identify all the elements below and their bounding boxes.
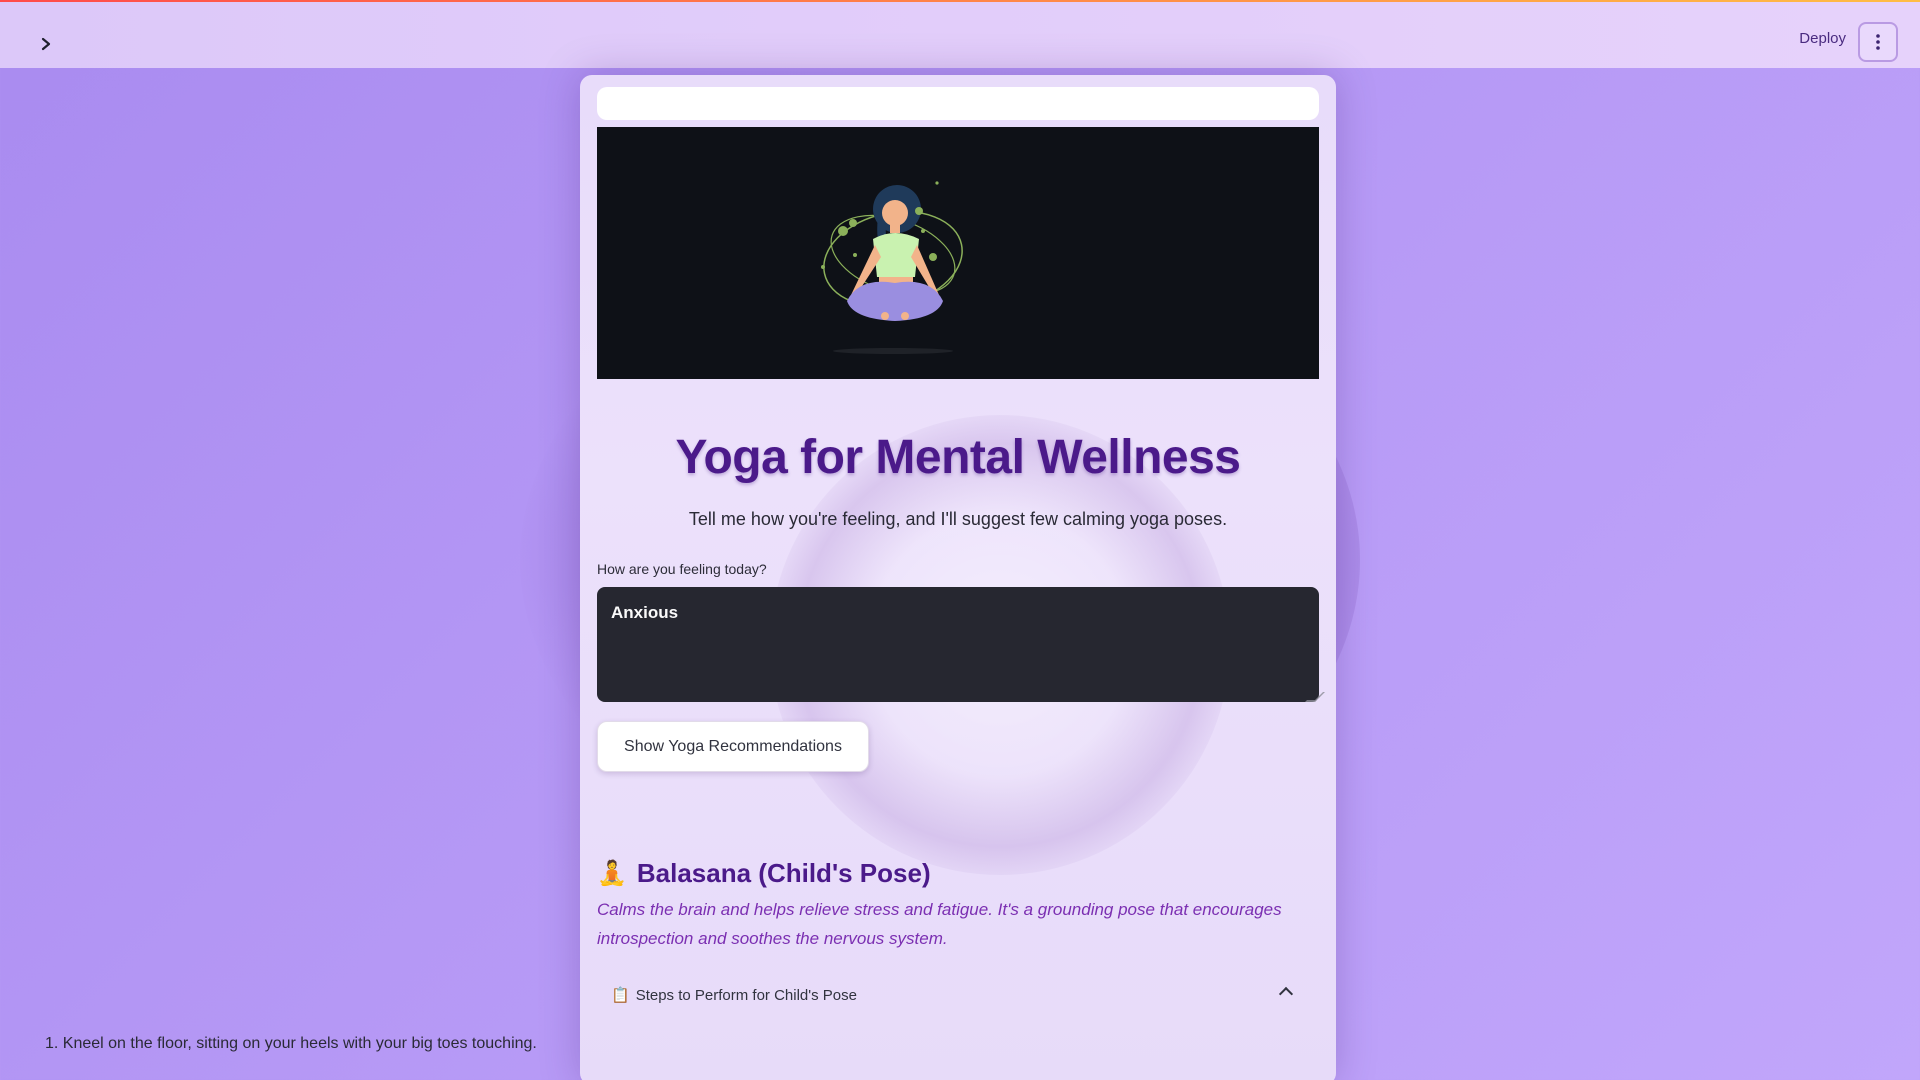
pose-title: Balasana (Child's Pose) xyxy=(636,858,931,888)
step-item: 1. Kneel on the floor, sitting on your h… xyxy=(45,1035,537,1052)
chevron-right-icon[interactable] xyxy=(34,32,58,56)
main-menu-button[interactable] xyxy=(1858,22,1898,62)
meditation-icon: 🧘 xyxy=(597,860,627,887)
show-recommendations-button[interactable]: Show Yoga Recommendations xyxy=(597,721,869,772)
top-blank-block xyxy=(597,87,1319,120)
app-header: Deploy xyxy=(0,0,1920,68)
hero-banner xyxy=(597,127,1319,379)
pose-heading: 🧘 Balasana (Child's Pose) xyxy=(597,858,931,889)
clipboard-icon: 📋 xyxy=(611,987,630,1004)
meditating-woman-illustration xyxy=(821,181,963,354)
page-subtitle: Tell me how you're feeling, and I'll sug… xyxy=(688,509,1228,529)
page-title: Yoga for Mental Wellness xyxy=(675,431,1241,484)
pose-description: Calms the brain and helps relieve stress… xyxy=(597,900,1282,948)
feeling-textarea[interactable]: Anxious xyxy=(597,587,1319,702)
deploy-button[interactable]: Deploy xyxy=(1799,30,1846,47)
main-content-card: Yoga for Mental Wellness Tell me how you… xyxy=(580,75,1336,1080)
steps-expander[interactable]: 📋 Steps to Perform for Child's Pose xyxy=(605,973,1311,1017)
feeling-field-label: How are you feeling today? xyxy=(597,561,767,577)
chevron-up-icon[interactable] xyxy=(1278,986,1294,1002)
steps-expander-label: Steps to Perform for Child's Pose xyxy=(635,986,857,1004)
vertical-dots-icon xyxy=(1876,34,1880,50)
